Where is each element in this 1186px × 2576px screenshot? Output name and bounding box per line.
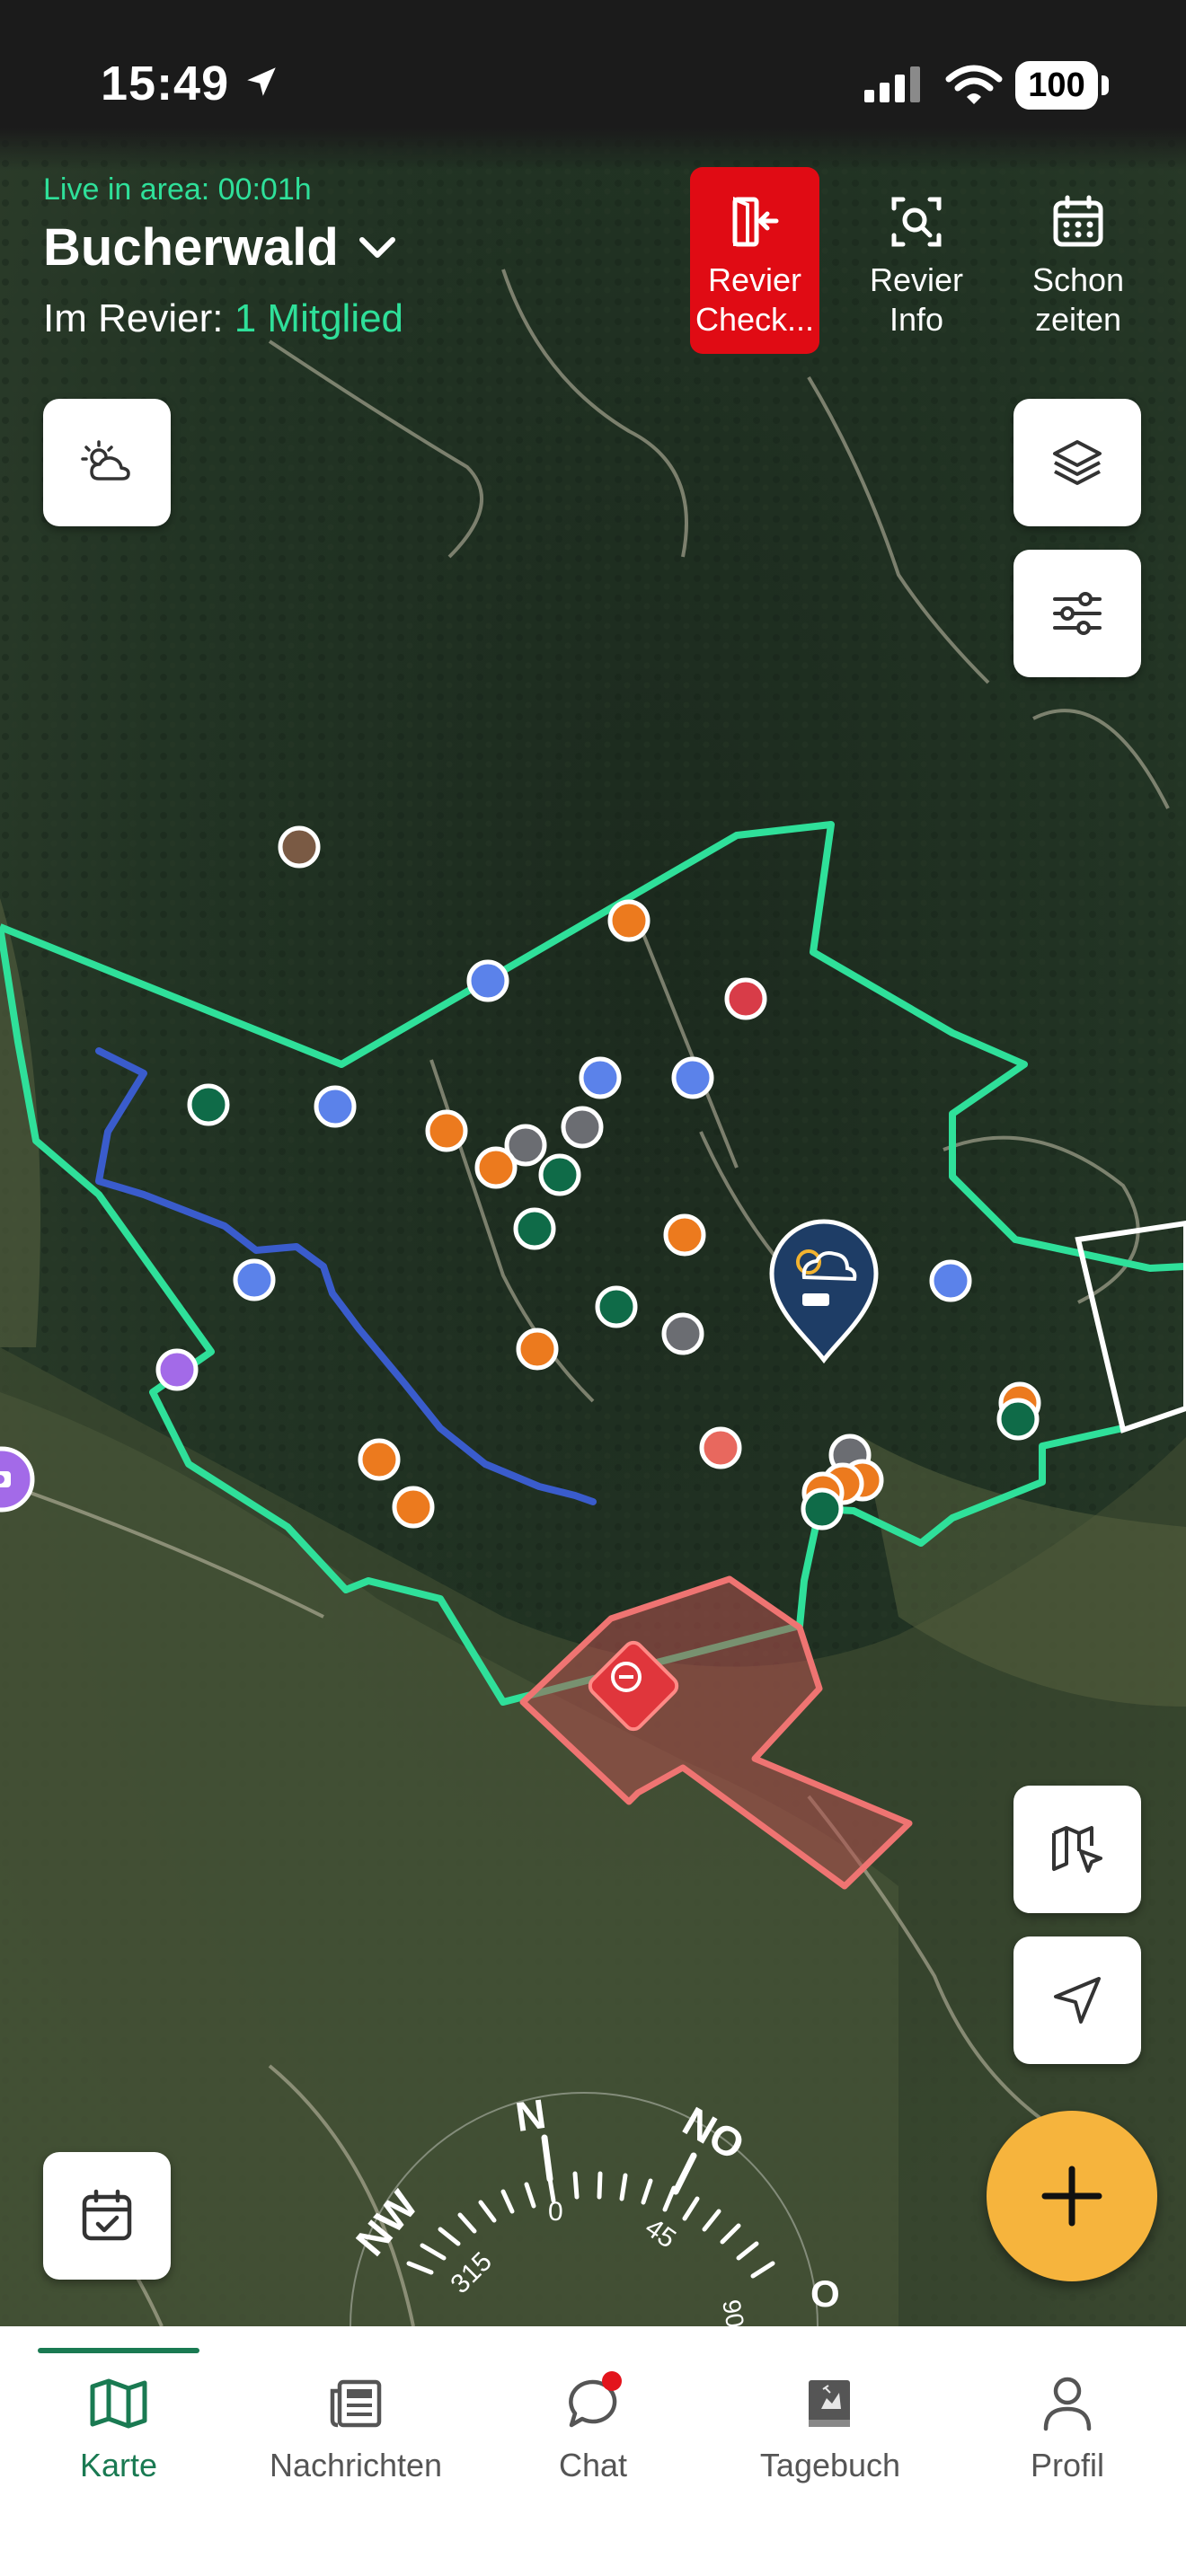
calendar-check-button[interactable] bbox=[43, 2152, 171, 2280]
map-marker[interactable] bbox=[474, 1146, 518, 1189]
sliders-icon bbox=[1053, 592, 1102, 635]
map-marker[interactable] bbox=[663, 1213, 706, 1257]
map-marker[interactable] bbox=[724, 977, 767, 1020]
members-count-value: 1 Mitglied bbox=[234, 296, 404, 340]
members-prefix: Im Revier: bbox=[43, 296, 224, 340]
map-marker[interactable] bbox=[661, 1312, 704, 1355]
map-marker[interactable] bbox=[233, 1258, 276, 1301]
map-layers-button[interactable] bbox=[1013, 399, 1141, 526]
live-timer: Live in area: 00:01h bbox=[43, 172, 312, 207]
area-name: Bucherwald bbox=[43, 218, 339, 277]
info-label-2: Info bbox=[889, 301, 944, 338]
diary-book-icon bbox=[809, 2380, 850, 2427]
map-marker[interactable] bbox=[801, 1487, 844, 1531]
map-marker[interactable] bbox=[671, 1056, 714, 1099]
plus-icon bbox=[1041, 2166, 1102, 2227]
satellite-map[interactable] bbox=[0, 0, 1186, 2326]
tab-karte[interactable]: Karte bbox=[20, 2371, 217, 2484]
map-marker[interactable] bbox=[579, 1056, 622, 1099]
tab-nachrichten-label: Nachrichten bbox=[269, 2447, 443, 2483]
calendar-check-icon bbox=[82, 2189, 132, 2241]
map-marker[interactable] bbox=[155, 1348, 199, 1391]
schonzeiten-label-2: zeiten bbox=[1034, 301, 1122, 338]
compass-label-o: O bbox=[810, 2272, 840, 2315]
layers-icon bbox=[1053, 440, 1102, 485]
map-cursor-icon bbox=[1052, 1826, 1102, 1873]
map-marker[interactable] bbox=[699, 1426, 742, 1469]
status-time: 15:49 bbox=[101, 57, 230, 110]
checkout-label-1: Revier bbox=[707, 261, 802, 298]
map-marker[interactable] bbox=[595, 1285, 638, 1328]
newspaper-icon bbox=[330, 2379, 382, 2428]
map-icon bbox=[90, 2378, 147, 2429]
info-label-1: Revier bbox=[869, 261, 964, 298]
tab-chat[interactable]: Chat bbox=[494, 2371, 692, 2484]
chat-unread-dot bbox=[602, 2371, 622, 2391]
map-marker[interactable] bbox=[314, 1085, 357, 1128]
map-marker[interactable] bbox=[392, 1486, 435, 1529]
tab-chat-label: Chat bbox=[558, 2447, 628, 2483]
checkout-door-icon bbox=[732, 196, 779, 247]
active-tab-indicator bbox=[38, 2348, 199, 2353]
map-select-button[interactable] bbox=[1013, 1786, 1141, 1913]
tab-karte-label: Karte bbox=[79, 2447, 158, 2483]
add-button[interactable] bbox=[987, 2111, 1157, 2281]
tab-tagebuch[interactable]: Tagebuch bbox=[731, 2371, 929, 2484]
map-marker[interactable] bbox=[278, 825, 321, 869]
location-arrow-icon bbox=[247, 67, 276, 96]
battery-nub bbox=[1102, 75, 1109, 95]
schonzeiten-button[interactable]: Schon zeiten bbox=[1013, 167, 1143, 354]
compass-deg-90: 90 bbox=[717, 2297, 750, 2330]
schonzeiten-label-1: Schon bbox=[1031, 261, 1125, 298]
map-marker[interactable] bbox=[607, 899, 651, 942]
map-marker[interactable] bbox=[466, 959, 509, 1002]
locate-me-button[interactable] bbox=[1013, 1936, 1141, 2064]
tab-profil-label: Profil bbox=[1030, 2447, 1105, 2483]
wifi-icon bbox=[945, 65, 1003, 104]
map-marker[interactable] bbox=[996, 1398, 1040, 1441]
area-selector[interactable]: Bucherwald bbox=[43, 217, 396, 278]
members-count[interactable]: Im Revier: 1 Mitglied bbox=[43, 296, 403, 341]
revier-info-button[interactable]: Revier Info bbox=[852, 167, 981, 354]
navigation-arrow-icon bbox=[1054, 1977, 1101, 2024]
weather-sun-cloud-icon bbox=[81, 440, 130, 481]
checkout-label-2: Check... bbox=[695, 301, 815, 338]
revier-checkout-button[interactable]: Revier Check... bbox=[690, 167, 819, 354]
cellular-signal-icon bbox=[864, 66, 920, 102]
tab-tagebuch-label: Tagebuch bbox=[759, 2447, 901, 2483]
map-filter-button[interactable] bbox=[1013, 550, 1141, 677]
calendar-icon bbox=[1053, 195, 1103, 247]
weather-button[interactable] bbox=[43, 399, 171, 526]
battery-indicator: 100 bbox=[1015, 61, 1098, 110]
map-marker[interactable] bbox=[561, 1106, 604, 1149]
compass-deg-0: 0 bbox=[548, 2197, 563, 2227]
map-marker[interactable] bbox=[516, 1328, 559, 1371]
user-icon bbox=[1043, 2377, 1092, 2431]
tab-nachrichten[interactable]: Nachrichten bbox=[257, 2371, 455, 2484]
map-marker[interactable] bbox=[425, 1109, 468, 1152]
info-search-icon bbox=[891, 197, 942, 247]
map-marker[interactable] bbox=[513, 1207, 556, 1250]
map-marker[interactable] bbox=[929, 1259, 972, 1302]
map-marker[interactable] bbox=[358, 1438, 401, 1481]
map-marker[interactable] bbox=[187, 1083, 230, 1126]
chevron-down-icon bbox=[358, 236, 395, 258]
map-marker[interactable] bbox=[538, 1153, 581, 1196]
tab-profil[interactable]: Profil bbox=[969, 2371, 1166, 2484]
